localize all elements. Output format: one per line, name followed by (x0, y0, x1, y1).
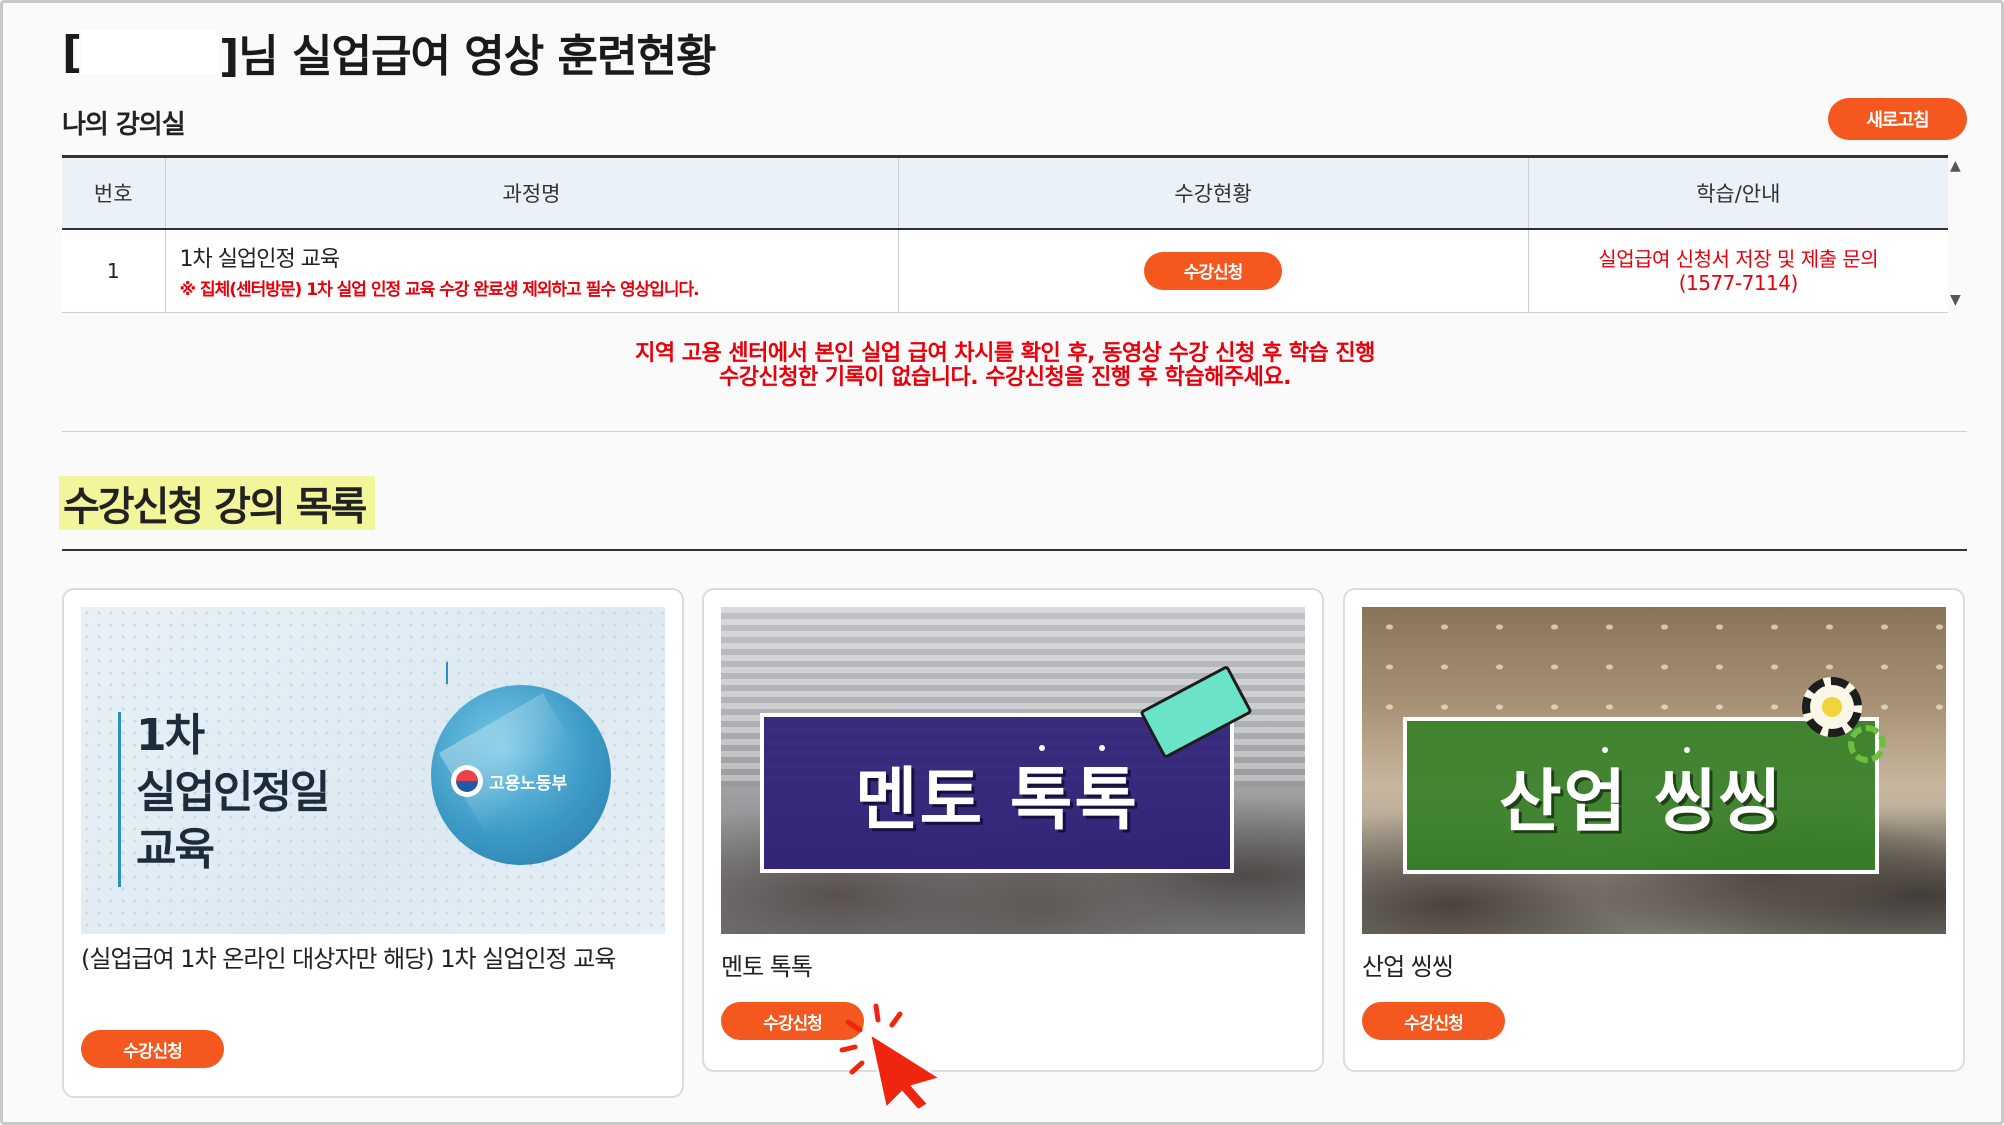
taegeuk-icon (451, 765, 483, 797)
enroll-button[interactable]: 수강신청 (1144, 251, 1282, 290)
course-card-2[interactable]: 멘토 톡톡 멘토 톡톡 수강신청 (702, 588, 1324, 1072)
table-header-row: 번호 과정명 수강현황 학습/안내 (62, 155, 1948, 230)
growth-arrow-image: 고용노동부 (431, 685, 611, 865)
title-open-bracket: [ (62, 26, 82, 78)
refresh-button[interactable]: 새로고침 (1828, 98, 1967, 140)
redacted-user-name (81, 30, 220, 74)
scroll-down-icon[interactable]: ▼ (1950, 292, 1961, 308)
course-card-title-2[interactable]: 멘토 톡톡 (721, 954, 1291, 980)
column-header-number: 번호 (62, 155, 165, 230)
course-card-1[interactable]: 1차 실업인정일 교육 고용노동부 (실업급여 1차 온라인 대상자만 해당) … (62, 588, 684, 1098)
enroll-button-card-3[interactable]: 수강신청 (1362, 1002, 1505, 1040)
click-hand-cursor-icon (830, 1000, 950, 1112)
course-note: ※ 집체(센터방문) 1차 실업 인정 교육 수강 완료생 제외하고 필수 영상… (179, 280, 700, 301)
column-header-course: 과정명 (164, 155, 898, 230)
course-thumbnail-1[interactable]: 1차 실업인정일 교육 고용노동부 (81, 607, 665, 934)
guide-line-1: 실업급여 신청서 저장 및 제출 문의 (1598, 246, 1879, 271)
course-card-title-3[interactable]: 산업 씽씽 (1362, 954, 1932, 980)
course-cell: 1차 실업인정 교육 ※ 집체(센터방문) 1차 실업 인정 교육 수강 완료생… (164, 228, 898, 313)
thumbnail-heading: 1차 실업인정일 교육 (136, 710, 330, 875)
page-title: [ ]님 실업급여 영상 훈련현황 (62, 22, 716, 83)
notice-message: 지역 고용 센터에서 본인 실업 급여 차시를 확인 후, 동영상 수강 신청 … (62, 342, 1948, 390)
section-divider (62, 431, 1967, 432)
notice-line-2: 수강신청한 기록이 없습니다. 수강신청을 진행 후 학습해주세요. (719, 365, 1291, 390)
course-card-title-1[interactable]: (실업급여 1차 온라인 대상자만 해당) 1차 실업인정 교육 (81, 946, 651, 972)
column-header-status: 수강현황 (897, 155, 1528, 230)
course-list-title: 수강신청 강의 목록 (59, 476, 376, 530)
scroll-up-icon[interactable]: ▲ (1950, 158, 1961, 174)
title-text: ]님 실업급여 영상 훈련현황 (219, 31, 716, 82)
notice-line-1: 지역 고용 센터에서 본인 실업 급여 차시를 확인 후, 동영상 수강 신청 … (635, 341, 1375, 366)
course-card-3[interactable]: 산업 씽씽 산업 씽씽 수강신청 (1343, 588, 1965, 1072)
row-number: 1 (62, 228, 165, 313)
status-cell: 수강신청 (897, 228, 1528, 313)
small-gear-icon (1848, 725, 1886, 763)
course-thumbnail-3[interactable]: 산업 씽씽 (1362, 607, 1946, 934)
guide-cell: 실업급여 신청서 저장 및 제출 문의 (1577-7114) (1527, 228, 1948, 313)
industry-banner: 산업 씽씽 (1403, 717, 1879, 874)
table-row: 1 1차 실업인정 교육 ※ 집체(센터방문) 1차 실업 인정 교육 수강 완… (62, 228, 1948, 313)
guide-line-2: (1577-7114) (1678, 270, 1799, 295)
enrollment-table: 번호 과정명 수강현황 학습/안내 1 1차 실업인정 교육 ※ 집체(센터방문… (62, 155, 1948, 313)
course-list-divider (62, 549, 1967, 551)
ministry-logo: 고용노동부 (451, 765, 567, 797)
column-header-guide: 학습/안내 (1527, 155, 1948, 230)
my-classroom-label: 나의 강의실 (62, 110, 186, 140)
enroll-button-card-1[interactable]: 수강신청 (81, 1030, 224, 1068)
gear-icon (1802, 677, 1862, 737)
course-thumbnail-2[interactable]: 멘토 톡톡 (721, 607, 1305, 934)
course-name: 1차 실업인정 교육 (179, 247, 341, 273)
